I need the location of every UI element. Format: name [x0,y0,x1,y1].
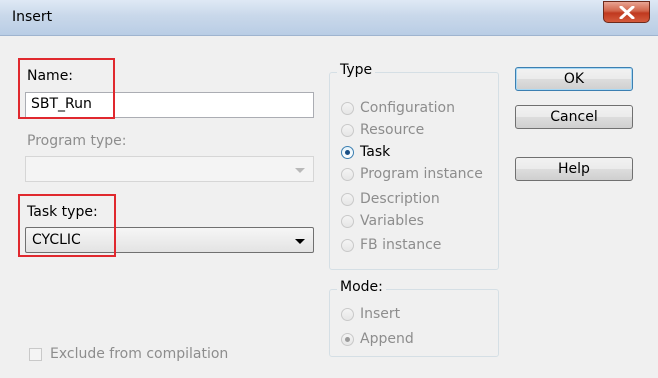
radio-circle [341,307,354,321]
radio-circle [341,123,354,137]
radio-description-label: Description [360,191,440,207]
window-title: Insert [12,9,53,25]
radio-insert: Insert [341,306,400,322]
radio-resource: Resource [341,122,424,138]
chevron-down-icon [295,168,305,173]
type-group-label: Type [337,62,376,78]
radio-circle-selected [341,332,354,346]
radio-fb-instance: FB instance [341,237,441,253]
radio-resource-label: Resource [360,122,425,138]
close-button[interactable] [603,1,650,23]
radio-program-instance-label: Program instance [360,166,483,182]
cancel-button[interactable]: Cancel [515,105,633,129]
radio-variables: Variables [341,213,424,229]
radio-circle-selected[interactable] [341,145,354,159]
program-type-select [25,156,314,182]
radio-circle [341,101,354,115]
radio-append-label: Append [360,331,414,347]
radio-program-instance: Program instance [341,166,483,182]
radio-insert-label: Insert [360,306,401,322]
close-icon [619,6,635,19]
checkbox-box[interactable] [29,347,42,361]
help-button[interactable]: Help [515,157,633,181]
radio-task[interactable]: Task [341,144,390,160]
radio-circle [341,238,354,252]
program-type-label: Program type: [27,133,127,149]
title-bar: Insert [0,0,658,36]
mode-group-label: Mode: [337,279,386,295]
exclude-compilation-label: Exclude from compilation [50,346,229,362]
radio-description: Description [341,191,440,207]
radio-circle [341,192,354,206]
radio-circle [341,214,354,228]
exclude-compilation-checkbox[interactable]: Exclude from compilation [29,346,228,362]
dialog-body: Name: SBT_Run Program type: Task type: C… [0,36,658,378]
radio-variables-label: Variables [360,213,424,229]
radio-append: Append [341,331,414,347]
task-type-highlight-box [18,194,116,257]
chevron-down-icon [295,239,305,244]
name-highlight-box [18,58,115,119]
radio-configuration-label: Configuration [360,100,455,116]
radio-fb-instance-label: FB instance [360,237,442,253]
ok-button[interactable]: OK [515,67,633,91]
radio-configuration: Configuration [341,100,455,116]
radio-task-label: Task [360,144,391,160]
radio-circle [341,167,354,181]
